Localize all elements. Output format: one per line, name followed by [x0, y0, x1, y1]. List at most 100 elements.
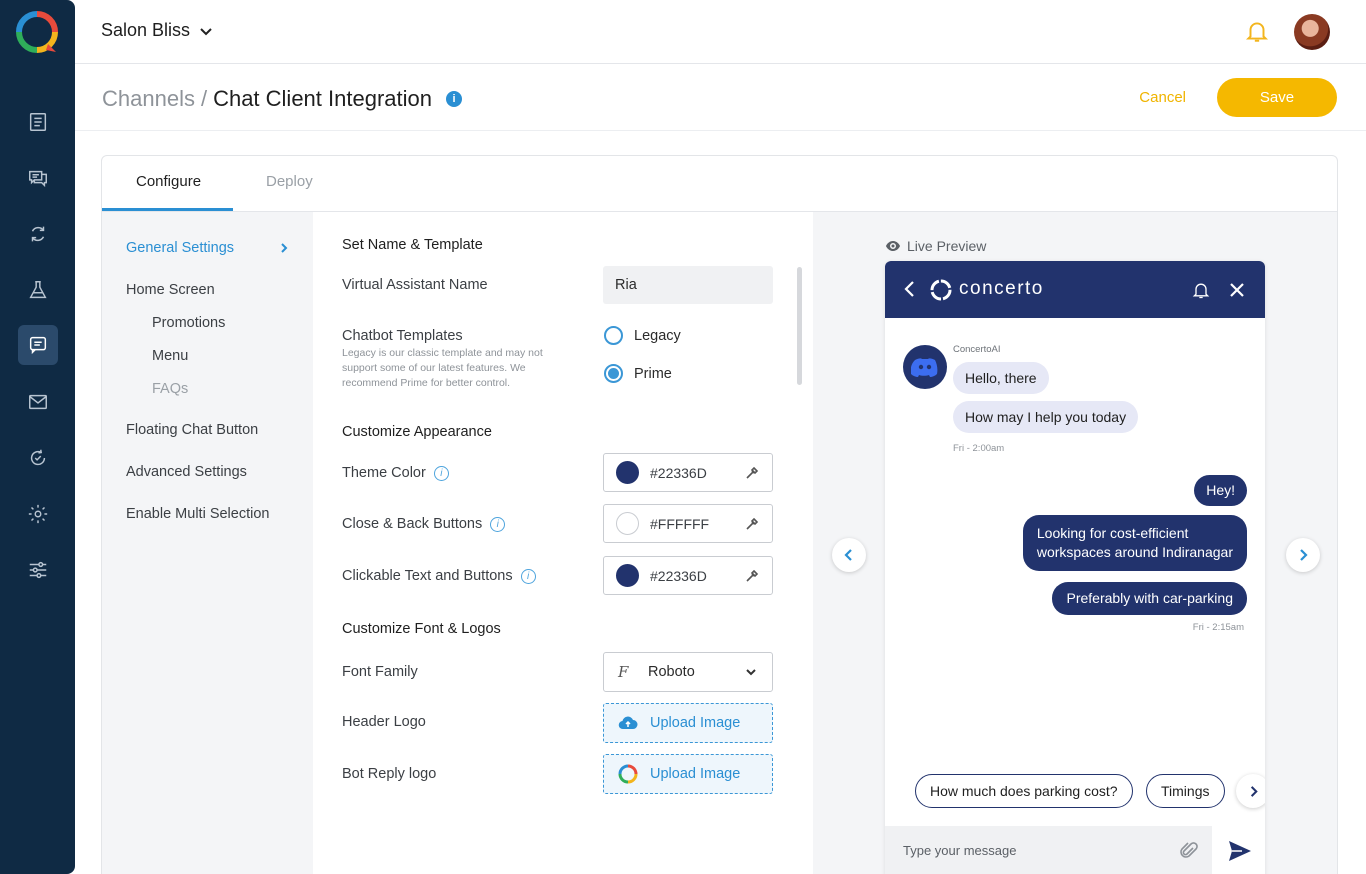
radio-selected-dot	[608, 368, 619, 379]
rail-mail-icon[interactable]	[18, 382, 58, 422]
header-logo-upload[interactable]: Upload Image	[603, 703, 773, 743]
message-input-placeholder: Type your message	[903, 843, 1017, 858]
breadcrumb-channels[interactable]: Channels	[102, 86, 195, 112]
va-name-input[interactable]: Ria	[603, 266, 773, 304]
top-bar: Salon Bliss	[75, 0, 1366, 64]
theme-color-label: Theme Color	[342, 465, 426, 481]
bell-icon[interactable]	[1191, 280, 1211, 300]
chevron-right-icon	[1250, 785, 1258, 797]
chevron-left-icon	[844, 549, 852, 561]
rail-cycle-icon[interactable]	[18, 438, 58, 478]
va-name-label: Virtual Assistant Name	[342, 277, 488, 293]
tab-configure[interactable]: Configure	[136, 173, 201, 190]
user-avatar[interactable]	[1294, 14, 1330, 50]
bot-reply-logo-upload[interactable]: Upload Image	[603, 754, 773, 794]
quick-reply-chip[interactable]: How much does parking cost?	[915, 774, 1133, 808]
user-message-1: Hey!	[1194, 475, 1247, 506]
sidenav-menu[interactable]: Menu	[152, 348, 188, 364]
org-name: Salon Bliss	[101, 20, 191, 40]
user-message-2-line-2: workspaces around Indiranagar	[1036, 544, 1233, 560]
bot-avatar	[903, 345, 947, 389]
sidenav-general-settings[interactable]: General Settings	[126, 240, 234, 256]
radio-legacy[interactable]: Legacy	[604, 326, 681, 345]
live-preview-pane: Live Preview concerto ConcertoAI Hello, …	[813, 212, 1337, 874]
close-icon[interactable]	[1228, 281, 1246, 299]
close-buttons-color-picker[interactable]: #FFFFFF	[603, 504, 773, 543]
chat-brand-name: concerto	[959, 278, 1044, 299]
concerto-logo-icon	[930, 279, 952, 301]
header-logo-label: Header Logo	[342, 714, 426, 730]
close-buttons-label: Close & Back Buttons	[342, 516, 483, 532]
eye-icon	[886, 241, 900, 251]
rail-gear-icon[interactable]	[18, 494, 58, 534]
org-switcher[interactable]: Salon Bliss	[101, 20, 214, 41]
chevron-right-icon	[1300, 549, 1308, 561]
tab-deploy[interactable]: Deploy	[266, 173, 313, 190]
paperclip-icon[interactable]	[1179, 841, 1199, 861]
rail-sliders-icon[interactable]	[18, 550, 58, 590]
notification-bell-icon[interactable]	[1244, 18, 1270, 44]
send-icon[interactable]	[1227, 839, 1253, 863]
font-family-value: Roboto	[648, 664, 695, 680]
eyedropper-icon[interactable]	[744, 568, 760, 584]
info-icon[interactable]: i	[520, 568, 536, 584]
theme-color-value: #22336D	[650, 464, 707, 481]
info-icon[interactable]: i	[490, 516, 506, 532]
sidenav-enable-multi-selection[interactable]: Enable Multi Selection	[126, 506, 269, 522]
clickable-text-swatch	[616, 564, 639, 587]
close-buttons-swatch	[616, 512, 639, 535]
radio-legacy-label: Legacy	[634, 327, 681, 344]
save-button[interactable]: Save	[1217, 78, 1337, 117]
chatbot-templates-label: Chatbot Templates	[342, 328, 463, 344]
rail-flask-icon[interactable]	[18, 270, 58, 310]
chips-next-button[interactable]	[1236, 774, 1265, 808]
sidenav-home-screen[interactable]: Home Screen	[126, 282, 215, 298]
theme-color-picker[interactable]: #22336D	[603, 453, 773, 492]
font-family-select[interactable]: F Roboto	[603, 652, 773, 692]
active-tab-indicator	[102, 208, 233, 211]
back-arrow-icon[interactable]	[901, 280, 919, 298]
bot-name: ConcertoAI	[953, 344, 1001, 355]
theme-color-row-label: Theme Color i	[342, 465, 449, 481]
form-scrollbar[interactable]	[797, 267, 802, 385]
section-title-name-template: Set Name & Template	[342, 237, 483, 253]
preview-next-button[interactable]	[1286, 538, 1320, 572]
close-buttons-value: #FFFFFF	[650, 515, 710, 532]
user-message-2-line-1: Looking for cost-efficient	[1036, 525, 1189, 541]
clickable-text-row-label: Clickable Text and Buttons i	[342, 568, 536, 584]
rail-chat-preview-icon[interactable]	[18, 325, 58, 365]
sidenav-promotions[interactable]: Promotions	[152, 315, 225, 331]
quick-reply-chip[interactable]: Timings	[1146, 774, 1225, 808]
left-rail	[0, 0, 75, 874]
clickable-text-value: #22336D	[650, 567, 707, 584]
rail-document-icon[interactable]	[18, 102, 58, 142]
page-header: Channels / Chat Client Integration i Can…	[75, 64, 1366, 131]
message-composer[interactable]: Type your message	[885, 826, 1212, 874]
radio-prime[interactable]: Prime	[604, 364, 672, 383]
chevron-down-icon	[746, 669, 756, 676]
eyedropper-icon[interactable]	[744, 516, 760, 532]
chevron-right-icon	[281, 243, 288, 253]
sidenav-faqs[interactable]: FAQs	[152, 381, 188, 397]
rail-chat-icon[interactable]	[18, 158, 58, 198]
preview-prev-button[interactable]	[832, 538, 866, 572]
app-logo-icon[interactable]	[15, 10, 59, 54]
bot-timestamp: Fri - 2:00am	[953, 443, 1005, 454]
info-icon[interactable]: i	[433, 465, 449, 481]
section-title-appearance: Customize Appearance	[342, 424, 492, 440]
radio-legacy-circle	[604, 326, 623, 345]
bot-face-icon	[911, 358, 938, 377]
radio-prime-label: Prime	[634, 365, 672, 382]
font-family-label: Font Family	[342, 664, 418, 680]
rail-loop-icon[interactable]	[18, 214, 58, 254]
live-preview-label: Live Preview	[907, 238, 987, 254]
breadcrumb: Channels / Chat Client Integration i	[102, 86, 462, 112]
clickable-text-color-picker[interactable]: #22336D	[603, 556, 773, 595]
eyedropper-icon[interactable]	[744, 465, 760, 481]
bot-reply-logo-label: Bot Reply logo	[342, 766, 437, 782]
sidenav-floating-chat-button[interactable]: Floating Chat Button	[126, 422, 258, 438]
info-icon[interactable]: i	[445, 91, 462, 107]
cancel-button[interactable]: Cancel	[1139, 89, 1186, 106]
theme-color-swatch	[616, 461, 639, 484]
sidenav-advanced-settings[interactable]: Advanced Settings	[126, 464, 247, 480]
